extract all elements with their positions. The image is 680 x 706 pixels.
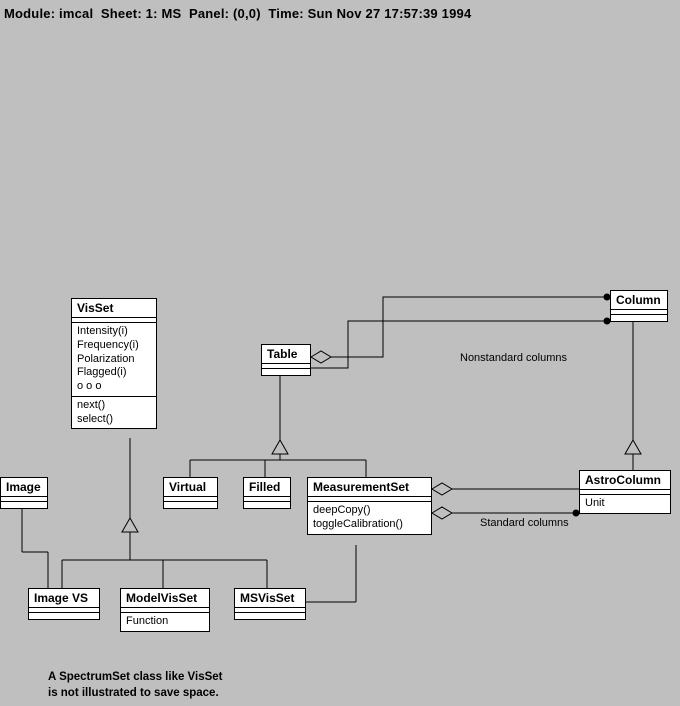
- sheet-label: Sheet:: [101, 6, 142, 21]
- class-msvisset: MSVisSet: [234, 588, 306, 620]
- class-name: Column: [611, 291, 667, 310]
- class-name: ModelVisSet: [121, 589, 209, 608]
- class-virtual: Virtual: [163, 477, 218, 509]
- class-name: Virtual: [164, 478, 217, 497]
- sheet-value: 1: MS: [146, 6, 182, 21]
- module-value: imcal: [59, 6, 93, 21]
- class-table: Table: [261, 344, 311, 376]
- class-name: MSVisSet: [235, 589, 305, 608]
- label-standard-columns: Standard columns: [480, 517, 569, 529]
- class-attrs: Unit: [580, 495, 670, 513]
- diagram-header: Module: imcal Sheet: 1: MS Panel: (0,0) …: [4, 6, 471, 21]
- class-imagevs: Image VS: [28, 588, 100, 620]
- class-empty: [1, 502, 47, 508]
- class-empty: [611, 315, 667, 321]
- class-attrs: Function: [121, 613, 209, 631]
- class-name: Image: [1, 478, 47, 497]
- label-nonstandard-columns: Nonstandard columns: [460, 352, 567, 364]
- time-label: Time:: [268, 6, 303, 21]
- class-empty: [262, 369, 310, 375]
- module-label: Module:: [4, 6, 55, 21]
- class-attrs: Intensity(i) Frequency(i) Polarization F…: [72, 323, 156, 396]
- time-value: Sun Nov 27 17:57:39 1994: [308, 6, 472, 21]
- class-name: Table: [262, 345, 310, 364]
- class-column: Column: [610, 290, 668, 322]
- class-name: Image VS: [29, 589, 99, 608]
- note-line2: is not illustrated to save space.: [48, 686, 223, 702]
- class-name: MeasurementSet: [308, 478, 431, 497]
- class-modelvisset: ModelVisSet Function: [120, 588, 210, 632]
- class-name: AstroColumn: [580, 471, 670, 490]
- class-empty: [244, 502, 290, 508]
- class-empty: [235, 613, 305, 619]
- class-visset: VisSet Intensity(i) Frequency(i) Polariz…: [71, 298, 157, 429]
- panel-label: Panel:: [189, 6, 229, 21]
- class-image: Image: [0, 477, 48, 509]
- class-astrocolumn: AstroColumn Unit: [579, 470, 671, 514]
- class-name: VisSet: [72, 299, 156, 318]
- diagram-note: A SpectrumSet class like VisSet is not i…: [48, 670, 223, 701]
- class-empty: [164, 502, 217, 508]
- class-filled: Filled: [243, 477, 291, 509]
- class-measurementset: MeasurementSet deepCopy() toggleCalibrat…: [307, 477, 432, 535]
- class-ops: deepCopy() toggleCalibration(): [308, 502, 431, 534]
- class-name: Filled: [244, 478, 290, 497]
- class-ops: next() select(): [72, 396, 156, 429]
- panel-value: (0,0): [233, 6, 261, 21]
- class-empty: [29, 613, 99, 619]
- note-line1: A SpectrumSet class like VisSet: [48, 670, 223, 686]
